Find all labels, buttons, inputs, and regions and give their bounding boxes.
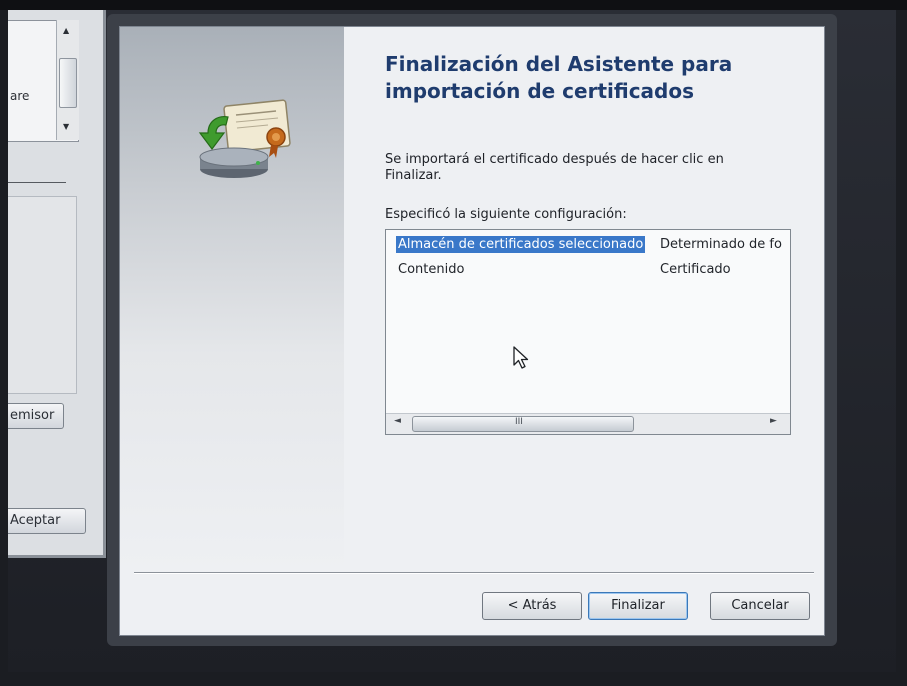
certificate-import-wizard: Finalización del Asistente para importac… [107, 14, 837, 646]
background-vertical-scrollbar[interactable]: ▲ ▼ [56, 20, 79, 140]
configuration-list[interactable]: Almacén de certificados seleccionado Det… [385, 229, 791, 435]
cancel-button[interactable]: Cancelar [710, 592, 810, 620]
scroll-right-arrow-icon[interactable]: ► [770, 416, 777, 426]
background-list-text: are [10, 89, 30, 103]
scroll-down-arrow-icon[interactable]: ▼ [63, 122, 69, 131]
horizontal-scrollbar[interactable]: ◄ III ► [386, 413, 790, 434]
certificate-import-icon [198, 99, 291, 178]
issuer-button[interactable]: emisor [8, 403, 64, 429]
configuration-label: Especificó la siguiente configuración: [385, 207, 627, 222]
wizard-client-area: Finalización del Asistente para importac… [119, 26, 825, 636]
back-button[interactable]: < Atrás [482, 592, 582, 620]
background-window: are ▲ ▼ emisor Aceptar [8, 10, 106, 558]
scroll-up-arrow-icon[interactable]: ▲ [63, 26, 69, 35]
setting-value: Certificado [660, 262, 731, 277]
ok-button[interactable]: Aceptar [8, 508, 86, 534]
mouse-pointer-icon [513, 346, 529, 369]
button-separator [134, 572, 814, 574]
finish-button[interactable]: Finalizar [588, 592, 688, 620]
setting-name: Almacén de certificados seleccionado [396, 236, 646, 253]
setting-name: Contenido [398, 262, 465, 277]
background-divider [8, 182, 66, 183]
scrollbar-grip: III [515, 417, 523, 427]
wizard-title: Finalización del Asistente para importac… [385, 52, 733, 103]
scroll-left-arrow-icon[interactable]: ◄ [394, 416, 401, 426]
wizard-side-panel [120, 27, 344, 572]
background-panel [8, 196, 77, 394]
monitor-bezel [0, 0, 907, 10]
setting-value: Determinado de fo [660, 237, 782, 252]
scrollbar-thumb[interactable] [59, 58, 77, 108]
horizontal-scrollbar-thumb[interactable]: III [412, 416, 634, 432]
wizard-info-text: Se importará el certificado después de h… [385, 152, 724, 183]
